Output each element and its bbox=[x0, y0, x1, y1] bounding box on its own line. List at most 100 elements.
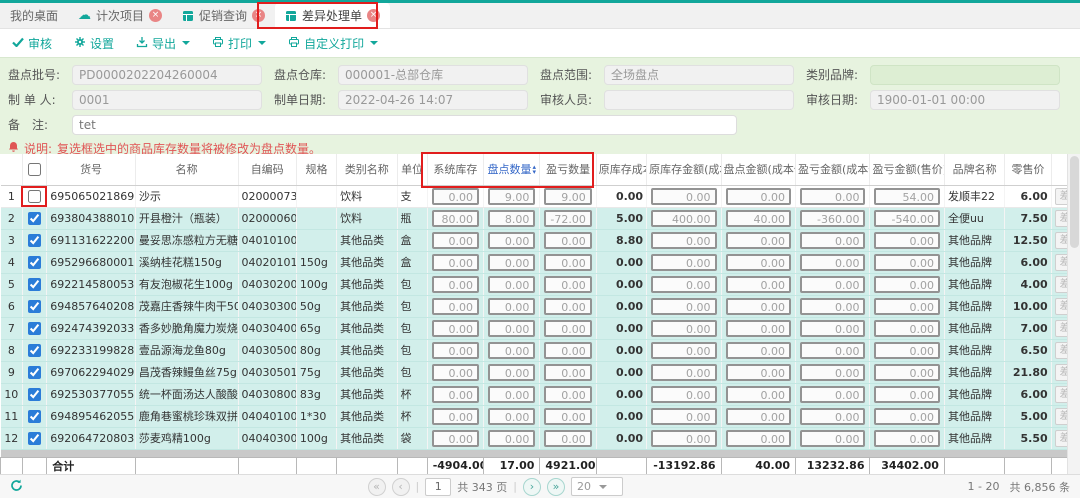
diff-amount-cost-input[interactable]: 0.00 bbox=[800, 430, 865, 447]
diff-qty-input[interactable]: 0.00 bbox=[544, 430, 591, 447]
row-checkbox[interactable] bbox=[28, 432, 41, 445]
count-qty-input[interactable]: 0.00 bbox=[488, 342, 535, 359]
sys-stock-input[interactable]: 0.00 bbox=[432, 320, 479, 337]
difference-action-button[interactable]: 差异 bbox=[1055, 408, 1067, 425]
stock-amount-input[interactable]: 0.00 bbox=[651, 298, 716, 315]
close-icon[interactable]: × bbox=[149, 9, 162, 22]
count-qty-input[interactable]: 0.00 bbox=[488, 386, 535, 403]
diff-amount-cost-input[interactable]: 0.00 bbox=[800, 408, 865, 425]
difference-action-button[interactable]: 差异 bbox=[1055, 298, 1067, 315]
diff-qty-input[interactable]: 0.00 bbox=[544, 276, 591, 293]
stock-amount-input[interactable]: 0.00 bbox=[651, 232, 716, 249]
col-header-diff-amount-sale[interactable]: 盈亏金额(售价) bbox=[870, 154, 944, 185]
scrollbar-thumb[interactable] bbox=[1070, 156, 1079, 248]
row-checkbox[interactable] bbox=[28, 344, 41, 357]
count-qty-input[interactable]: 0.00 bbox=[488, 232, 535, 249]
diff-amount-cost-input[interactable]: 0.00 bbox=[800, 298, 865, 315]
sys-stock-input[interactable]: 0.00 bbox=[432, 342, 479, 359]
row-checkbox[interactable] bbox=[28, 256, 41, 269]
stock-amount-input[interactable]: 0.00 bbox=[651, 364, 716, 381]
difference-action-button[interactable]: 差异 bbox=[1055, 210, 1067, 227]
count-qty-input[interactable]: 8.00 bbox=[488, 210, 535, 227]
count-qty-input[interactable]: 0.00 bbox=[488, 430, 535, 447]
col-header-spec[interactable]: 规格 bbox=[296, 154, 336, 185]
row-checkbox[interactable] bbox=[28, 212, 41, 225]
tab-my-desktop[interactable]: 我的桌面 bbox=[0, 3, 68, 28]
count-qty-input[interactable]: 0.00 bbox=[488, 298, 535, 315]
diff-amount-sale-input[interactable]: 0.00 bbox=[874, 408, 939, 425]
remark-field[interactable]: tet bbox=[72, 115, 737, 135]
col-header-code[interactable]: 货号 bbox=[47, 154, 136, 185]
sys-stock-input[interactable]: 80.00 bbox=[432, 210, 479, 227]
row-checkbox[interactable] bbox=[28, 278, 41, 291]
diff-qty-input[interactable]: 0.00 bbox=[544, 320, 591, 337]
tab-difference-form[interactable]: 差异处理单 × bbox=[275, 3, 390, 28]
page-input[interactable]: 1 bbox=[425, 478, 451, 496]
col-header--idx[interactable] bbox=[1, 154, 23, 185]
count-amount-input[interactable]: 0.00 bbox=[726, 254, 791, 271]
diff-amount-sale-input[interactable]: 0.00 bbox=[874, 342, 939, 359]
difference-action-button[interactable]: 差异 bbox=[1055, 232, 1067, 249]
col-header-brand[interactable]: 品牌名称 bbox=[944, 154, 1004, 185]
audit-button[interactable]: 审核 bbox=[12, 35, 52, 52]
scope-field[interactable]: 全场盘点 bbox=[604, 65, 794, 85]
maker-field[interactable]: 0001 bbox=[72, 90, 262, 110]
stock-amount-input[interactable]: 0.00 bbox=[651, 188, 716, 205]
diff-amount-sale-input[interactable]: 0.00 bbox=[874, 364, 939, 381]
col-header-count-amount[interactable]: 盘点金额(成本价) bbox=[721, 154, 795, 185]
next-page-button[interactable]: › bbox=[523, 478, 541, 496]
diff-qty-input[interactable]: 0.00 bbox=[544, 408, 591, 425]
col-header-action[interactable] bbox=[1051, 154, 1067, 185]
diff-amount-sale-input[interactable]: 54.00 bbox=[874, 188, 939, 205]
first-page-button[interactable]: « bbox=[368, 478, 386, 496]
diff-amount-sale-input[interactable]: 0.00 bbox=[874, 430, 939, 447]
col-header-unit[interactable]: 单位 bbox=[397, 154, 427, 185]
warehouse-field[interactable]: 000001-总部仓库 bbox=[338, 65, 528, 85]
diff-amount-sale-input[interactable]: 0.00 bbox=[874, 298, 939, 315]
stock-amount-input[interactable]: 0.00 bbox=[651, 320, 716, 337]
row-checkbox[interactable] bbox=[28, 410, 41, 423]
diff-amount-cost-input[interactable]: 0.00 bbox=[800, 364, 865, 381]
diff-amount-sale-input[interactable]: 0.00 bbox=[874, 254, 939, 271]
count-amount-input[interactable]: 0.00 bbox=[726, 386, 791, 403]
diff-amount-cost-input[interactable]: 0.00 bbox=[800, 342, 865, 359]
difference-action-button[interactable]: 差异 bbox=[1055, 386, 1067, 403]
sys-stock-input[interactable]: 0.00 bbox=[432, 298, 479, 315]
diff-amount-cost-input[interactable]: 0.00 bbox=[800, 276, 865, 293]
count-qty-input[interactable]: 0.00 bbox=[488, 364, 535, 381]
count-amount-input[interactable]: 0.00 bbox=[726, 276, 791, 293]
count-amount-input[interactable]: 0.00 bbox=[726, 342, 791, 359]
difference-action-button[interactable]: 差异 bbox=[1055, 254, 1067, 271]
vertical-scrollbar[interactable] bbox=[1067, 154, 1080, 474]
col-header-sys-stock[interactable]: 系统库存 bbox=[427, 154, 483, 185]
tab-count-project[interactable]: ☁ 计次项目 × bbox=[68, 3, 172, 28]
diff-amount-cost-input[interactable]: -360.00 bbox=[800, 210, 865, 227]
count-amount-input[interactable]: 0.00 bbox=[726, 320, 791, 337]
sys-stock-input[interactable]: 0.00 bbox=[432, 430, 479, 447]
count-qty-input[interactable]: 0.00 bbox=[488, 320, 535, 337]
page-size-select[interactable]: 20 bbox=[571, 477, 623, 496]
count-amount-input[interactable]: 0.00 bbox=[726, 430, 791, 447]
diff-qty-input[interactable]: 0.00 bbox=[544, 342, 591, 359]
horizontal-scrollbar[interactable] bbox=[1, 449, 1068, 457]
row-checkbox[interactable] bbox=[28, 366, 41, 379]
print-button[interactable]: 打印 bbox=[212, 35, 266, 52]
brand-category-field[interactable] bbox=[870, 65, 1060, 85]
row-checkbox[interactable] bbox=[28, 234, 41, 247]
stock-amount-input[interactable]: 0.00 bbox=[651, 386, 716, 403]
last-page-button[interactable]: » bbox=[547, 478, 565, 496]
count-amount-input[interactable]: 0.00 bbox=[726, 364, 791, 381]
row-checkbox[interactable] bbox=[28, 388, 41, 401]
col-header--cb[interactable] bbox=[23, 154, 47, 185]
batch-field[interactable]: PD0000202204260004 bbox=[72, 65, 262, 85]
stock-amount-input[interactable]: 0.00 bbox=[651, 342, 716, 359]
difference-action-button[interactable]: 差异 bbox=[1055, 320, 1067, 337]
col-header-self-code[interactable]: 自编码 bbox=[238, 154, 296, 185]
sys-stock-input[interactable]: 0.00 bbox=[432, 276, 479, 293]
diff-amount-sale-input[interactable]: -540.00 bbox=[874, 210, 939, 227]
col-header-stock-amount[interactable]: 原库存金额(成本) bbox=[647, 154, 721, 185]
close-icon[interactable]: × bbox=[252, 9, 265, 22]
refresh-icon[interactable] bbox=[10, 479, 23, 495]
diff-qty-input[interactable]: 0.00 bbox=[544, 386, 591, 403]
diff-amount-cost-input[interactable]: 0.00 bbox=[800, 254, 865, 271]
